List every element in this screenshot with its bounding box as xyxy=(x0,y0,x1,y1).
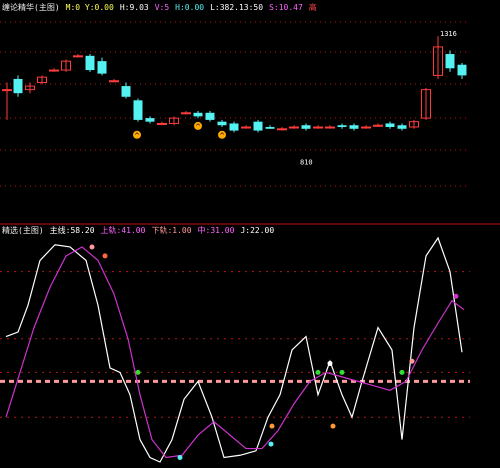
bottom-header-text-item: J:22.00 xyxy=(240,226,274,235)
top-header-text-item: 高 xyxy=(309,2,317,12)
signal-marker xyxy=(453,293,459,299)
buy-marker-label: ^ xyxy=(195,123,201,131)
candle-body-down xyxy=(253,121,263,131)
signal-marker xyxy=(268,441,274,447)
top-header-text: 缠论精华(主图) M:0 Y:0.00 H:9.03 V:5 H:0.00 L:382.1… xyxy=(2,2,317,12)
candle-body-down xyxy=(217,121,227,126)
chart-canvas[interactable]: 缠论精华(主图) M:0 Y:0.00 H:9.03 V:5 H:0.00 L:382.1… xyxy=(0,0,500,468)
signal-marker xyxy=(315,369,321,375)
candle-body-up xyxy=(73,55,83,58)
candle-body-down xyxy=(445,54,455,69)
candle-body-down xyxy=(121,86,131,97)
candle-body-down xyxy=(205,112,215,120)
series-line-signal xyxy=(5,246,465,459)
bottom-header-text-item: 上轨:41.00 xyxy=(101,225,146,235)
candle-body-down xyxy=(457,64,467,76)
candle-body-down xyxy=(145,118,155,122)
signal-marker xyxy=(177,455,183,461)
candle-body-down xyxy=(97,61,107,74)
candle-body-up xyxy=(313,126,323,129)
candle-body-down xyxy=(349,125,359,129)
signal-marker xyxy=(330,423,336,429)
top-header-text-item: 缠论精华(主图) xyxy=(2,2,60,12)
candle-body-up xyxy=(157,122,167,125)
signal-marker xyxy=(409,358,415,364)
signal-marker xyxy=(135,369,141,375)
candle-body-down xyxy=(265,127,275,129)
candle-body-up xyxy=(49,69,59,72)
bottom-header-text-item: 主线:58.20 xyxy=(50,225,95,235)
chart-window: 缠论精华(主图) M:0 Y:0.00 H:9.03 V:5 H:0.00 L:382.1… xyxy=(0,0,500,468)
bottom-header-text-item: 下轨:1.00 xyxy=(151,225,191,235)
price-annotation: 1316 xyxy=(440,30,457,38)
candle-body-up xyxy=(289,126,299,129)
signal-marker xyxy=(399,369,405,375)
bottom-header-text-item: 精选(主图) xyxy=(2,225,44,235)
top-header-text-item: L:382.13:50 xyxy=(210,3,263,12)
candle-body-up xyxy=(325,126,335,129)
top-header-text-item: H:9.03 xyxy=(120,3,149,12)
candle-body-down xyxy=(13,78,23,94)
price-annotation: 810 xyxy=(300,158,313,166)
buy-marker-label: ^ xyxy=(219,132,225,140)
candle-body-down xyxy=(229,123,239,131)
buy-marker-label: ^ xyxy=(134,132,140,140)
signal-marker xyxy=(327,360,333,366)
candle-body-up xyxy=(373,124,383,127)
signal-marker xyxy=(89,244,95,250)
candle-body-up xyxy=(109,80,119,83)
top-header-text-item: M:0 Y:0.00 xyxy=(66,3,114,12)
signal-marker xyxy=(269,423,275,429)
candle-body-up xyxy=(277,128,287,131)
candle-body-down xyxy=(397,125,407,129)
candle-body-up xyxy=(181,112,191,115)
candle-body-down xyxy=(337,125,347,128)
bottom-header-text: 精选(主图) 主线:58.20 上轨:41.00 下轨:1.00 中:31.00 J:22… xyxy=(2,225,274,235)
top-header-text-item: S:10.47 xyxy=(269,3,303,12)
candle-body-down xyxy=(193,112,203,117)
candle-body-down xyxy=(85,55,95,71)
top-header-text-item: V:5 xyxy=(155,3,170,12)
candle-body-down xyxy=(301,125,311,129)
bottom-header-text-item: 中:31.00 xyxy=(198,225,235,235)
candle-body-down xyxy=(133,100,143,120)
top-header-text-item: H:0.00 xyxy=(175,3,204,12)
candle-body-down xyxy=(385,123,395,128)
candle-body-up xyxy=(361,126,371,129)
candle-body-up xyxy=(2,89,12,92)
candle-body-up xyxy=(241,126,251,129)
signal-marker xyxy=(102,253,108,259)
signal-marker xyxy=(339,369,345,375)
